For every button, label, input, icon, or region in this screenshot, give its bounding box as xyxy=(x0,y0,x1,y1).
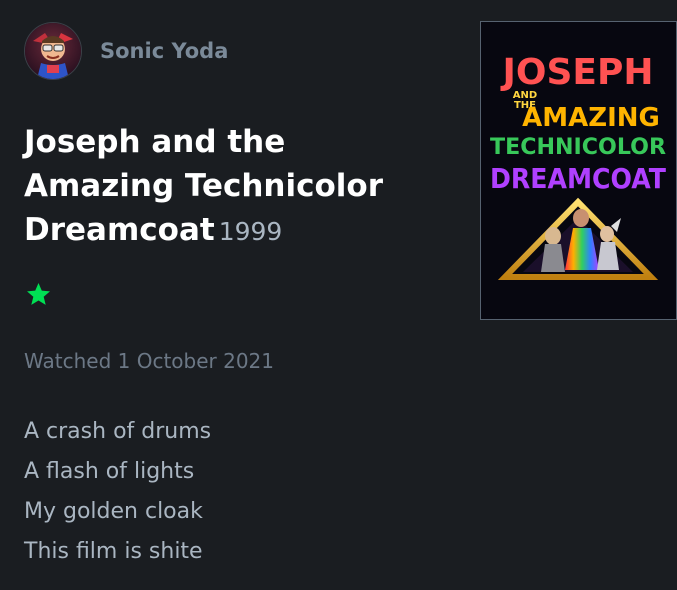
film-year-link[interactable]: 1999 xyxy=(219,217,283,246)
review-line: My golden cloak xyxy=(24,499,203,524)
poster-image: JOSEPH AND THE AMAZING TECHNICOLOR DREAM… xyxy=(481,22,676,319)
rating-stars xyxy=(25,281,52,308)
review-line: A flash of lights xyxy=(24,459,195,484)
star-icon xyxy=(27,283,50,305)
review-body: A crash of drums A flash of lights My go… xyxy=(24,412,211,572)
poster-title-line: TECHNICOLOR xyxy=(490,135,666,160)
user-avatar[interactable] xyxy=(24,22,82,80)
review-line: A crash of drums xyxy=(24,419,212,444)
poster-title-line: JOSEPH xyxy=(499,52,653,93)
poster-title-line: AMAZING xyxy=(522,103,660,133)
watched-date: Watched 1 October 2021 xyxy=(24,349,274,373)
review-author: Sonic Yoda xyxy=(24,22,228,80)
avatar-icon xyxy=(25,23,81,79)
film-heading: Joseph and the Amazing Technicolor Dream… xyxy=(24,120,444,254)
username-link[interactable]: Sonic Yoda xyxy=(100,39,228,63)
film-poster[interactable]: JOSEPH AND THE AMAZING TECHNICOLOR DREAM… xyxy=(480,21,677,320)
review-line: This film is shite xyxy=(24,539,203,564)
film-title-link[interactable]: Joseph and the Amazing Technicolor Dream… xyxy=(24,124,383,248)
poster-title-line: DREAMCOAT xyxy=(490,162,666,195)
